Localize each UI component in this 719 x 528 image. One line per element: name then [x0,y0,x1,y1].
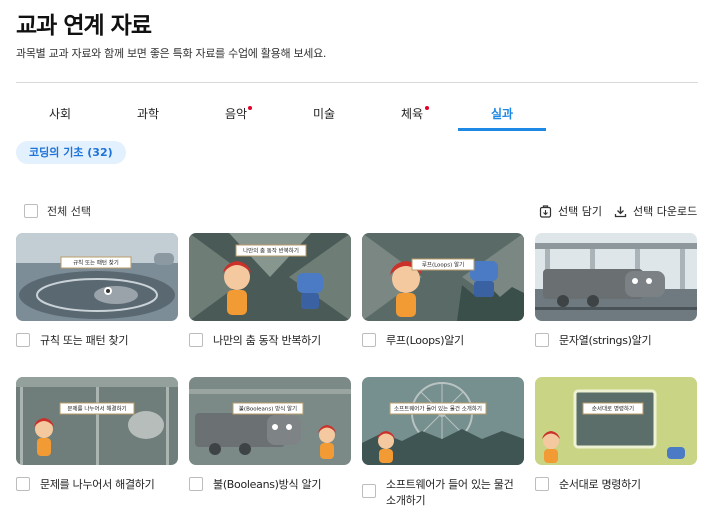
thumbnail[interactable]: 문제를 나누어서 해결하기 [16,377,178,465]
booleans-scene: 불(Booleans) 방식 알기 [189,377,351,465]
material-card[interactable]: 문제를 나누어서 해결하기 문제를 나누어서 해결하기 [16,377,178,501]
thumbnail[interactable] [535,233,697,321]
train-scene [535,233,697,321]
svg-text:규칙 또는 패턴 찾기: 규칙 또는 패턴 찾기 [73,259,119,267]
tab-music[interactable]: 음악 [192,100,280,131]
item-title: 문제를 나누어서 해결하기 [40,478,155,491]
item-checkbox[interactable] [535,477,549,491]
tab-art[interactable]: 미술 [280,100,368,131]
item-title: 불(Booleans)방식 알기 [213,478,322,491]
page-description: 과목별 교과 자료와 함께 보면 좋은 특화 자료를 수업에 활용해 보세요. [16,47,327,60]
svg-text:순서대로 명령하기: 순서대로 명령하기 [592,405,634,413]
cart-icon [539,204,552,218]
svg-text:소프트웨어가 들어 있는 물건 소개하기: 소프트웨어가 들어 있는 물건 소개하기 [394,405,482,413]
add-selected-button[interactable]: 선택 담기 [539,203,602,219]
download-icon [614,206,627,217]
thumbnail[interactable]: 루프(Loops) 알기 [362,233,524,321]
item-checkbox[interactable] [189,477,203,491]
new-badge-dot [425,106,429,110]
item-title: 나만의 춤 동작 반복하기 [213,334,321,347]
material-card[interactable]: 순서대로 명령하기 순서대로 명령하기 [535,377,697,501]
carousel-scene: 문제를 나누어서 해결하기 [16,377,178,465]
select-all-checkbox[interactable] [24,204,38,218]
item-checkbox[interactable] [535,333,549,347]
material-card[interactable]: 규칙 또는 패턴 찾기 규칙 또는 패턴 찾기 [16,233,178,357]
thumbnail[interactable]: 불(Booleans) 방식 알기 [189,377,351,465]
dance-scene: 나만의 춤 동작 반복하기 [189,233,351,321]
ferris-wheel-scene: 소프트웨어가 들어 있는 물건 소개하기 [362,377,524,465]
select-all[interactable]: 전체 선택 [24,203,91,219]
item-checkbox[interactable] [16,477,30,491]
page-title: 교과 연계 자료 [16,13,152,39]
item-title: 루프(Loops)알기 [386,334,464,347]
item-checkbox[interactable] [189,333,203,347]
tab-practical-arts[interactable]: 실과 [458,100,546,131]
material-card[interactable]: 나만의 춤 동작 반복하기 나만의 춤 동작 반복하기 [189,233,351,357]
thumbnail[interactable]: 규칙 또는 패턴 찾기 [16,233,178,321]
material-card[interactable]: 불(Booleans) 방식 알기 불(Booleans)방식 알기 [189,377,351,501]
tab-pe[interactable]: 체육 [368,100,456,131]
download-selected-button[interactable]: 선택 다운로드 [614,203,697,219]
material-card[interactable]: 루프(Loops) 알기 루프(Loops)알기 [362,233,524,357]
svg-text:나만의 춤 동작 반복하기: 나만의 춤 동작 반복하기 [243,247,299,255]
item-title: 규칙 또는 패턴 찾기 [40,334,129,347]
item-checkbox[interactable] [362,484,376,498]
bumper-car-scene: 규칙 또는 패턴 찾기 [16,233,178,321]
item-checkbox[interactable] [362,333,376,347]
svg-text:불(Booleans) 방식 알기: 불(Booleans) 방식 알기 [239,405,297,413]
svg-text:문제를 나누어서 해결하기: 문제를 나누어서 해결하기 [67,405,126,413]
item-checkbox[interactable] [16,333,30,347]
item-title: 문자열(strings)알기 [559,334,652,347]
material-card[interactable]: 소프트웨어가 들어 있는 물건 소개하기 소프트웨어가 들어 있는 물건 소개하… [362,377,524,517]
tab-science[interactable]: 과학 [104,100,192,131]
header-divider [16,82,698,83]
thumbnail[interactable]: 소프트웨어가 들어 있는 물건 소개하기 [362,377,524,465]
new-badge-dot [248,106,252,110]
thumbnail[interactable]: 나만의 춤 동작 반복하기 [189,233,351,321]
commands-scene: 순서대로 명령하기 [535,377,697,465]
item-title: 소프트웨어가 들어 있는 물건 소개하기 [386,478,514,507]
loops-scene: 루프(Loops) 알기 [362,233,524,321]
subject-tabs: 사회 과학 음악 미술 체육 실과 [16,100,698,132]
material-card[interactable]: 문자열(strings)알기 [535,233,697,357]
tab-social[interactable]: 사회 [16,100,104,131]
select-all-label: 전체 선택 [47,205,91,218]
category-chip[interactable]: 코딩의 기초 (32) [16,141,126,164]
svg-text:루프(Loops) 알기: 루프(Loops) 알기 [422,261,464,269]
item-title: 순서대로 명령하기 [559,478,641,491]
thumbnail[interactable]: 순서대로 명령하기 [535,377,697,465]
